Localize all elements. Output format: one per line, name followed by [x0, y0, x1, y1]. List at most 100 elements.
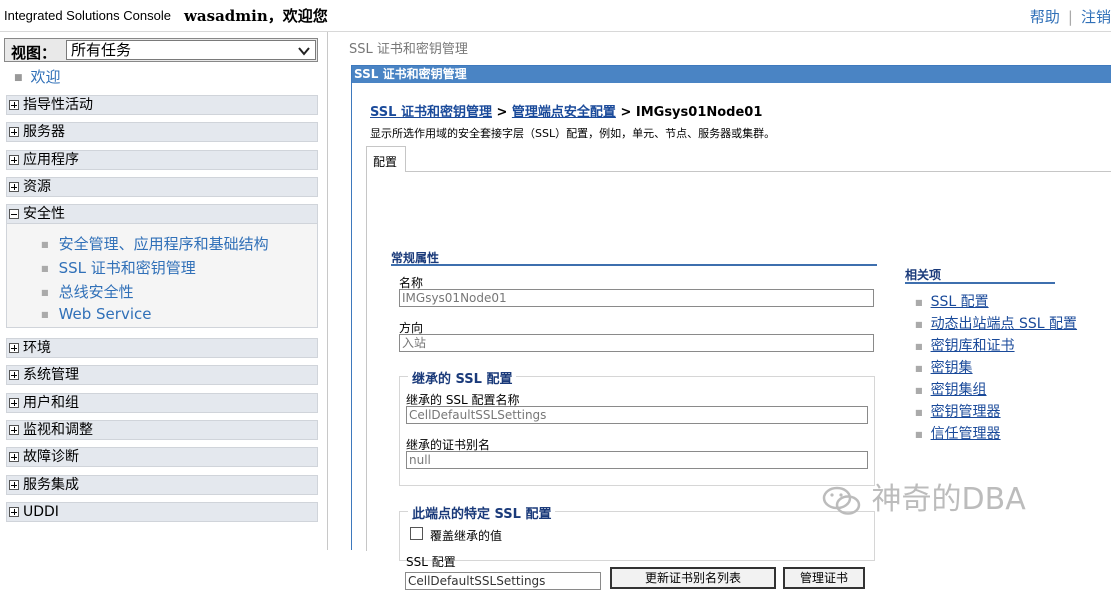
nav-category-troubleshooting[interactable]: 故障诊断 [6, 447, 318, 467]
nav-category-monitoring[interactable]: 监视和调整 [6, 420, 318, 440]
breadcrumb: SSL 证书和密钥管理 > 管理端点安全配置 > IMGsys01Node01 [370, 101, 762, 120]
nav-category-system-admin[interactable]: 系统管理 [6, 365, 318, 385]
related-link-label: 信任管理器 [930, 426, 1001, 442]
page-description: 显示所选作用域的安全套接字层（SSL）配置，例如，单元、节点、服务器或集群。 [370, 127, 776, 140]
nav-category-label: 安全性 [23, 206, 65, 222]
update-alias-list-button[interactable]: 更新证书别名列表 [610, 567, 776, 589]
nav-category-service-integration[interactable]: 服务集成 [6, 475, 318, 495]
related-link-label: 密钥管理器 [930, 404, 1001, 420]
breadcrumb-separator: > [491, 105, 512, 120]
chevron-down-icon [298, 47, 310, 56]
related-link-label: 密钥集组 [930, 382, 987, 398]
nav-item-label: 总线安全性 [58, 283, 134, 301]
help-link[interactable]: 帮助 [1030, 8, 1060, 26]
nav-item-label: SSL 证书和密钥管理 [58, 259, 196, 277]
nav-category-label: UDDI [23, 504, 59, 520]
watermark-text: 神奇的DBA [871, 482, 1026, 517]
name-field[interactable]: IMGsys01Node01 [399, 289, 874, 307]
nav-item-bus-security[interactable]: ■ 总线安全性 [41, 281, 134, 302]
direction-field[interactable]: 入站 [399, 334, 874, 352]
console-brand: Integrated Solutions Console [4, 8, 171, 23]
related-link-ssl-config[interactable]: ■ SSL 配置 [915, 291, 989, 311]
specific-ssl-heading: 此端点的特定 SSL 配置 [408, 503, 556, 522]
nav-category-guided-activities[interactable]: 指导性活动 [6, 95, 318, 115]
nav-category-environment[interactable]: 环境 [6, 338, 318, 358]
expand-icon [9, 343, 19, 353]
nav-welcome-label: 欢迎 [30, 68, 61, 86]
nav-category-applications[interactable]: 应用程序 [6, 150, 318, 170]
related-link-dynamic-outbound[interactable]: ■ 动态出站端点 SSL 配置 [915, 313, 1077, 333]
nav-category-servers[interactable]: 服务器 [6, 122, 318, 142]
nav-category-label: 用户和组 [23, 395, 79, 411]
override-checkbox[interactable] [410, 527, 423, 540]
nav-security-group: 安全性 ■ 安全管理、应用程序和基础结构 ■ SSL 证书和密钥管理 ■ 总线安全性 … [6, 204, 318, 328]
nav-category-label: 应用程序 [23, 152, 79, 168]
nav-category-uddi[interactable]: UDDI [6, 502, 318, 522]
view-select-value: 所有任务 [71, 41, 132, 59]
nav-item-label: Web Service [58, 305, 152, 323]
nav-item-label: 安全管理、应用程序和基础结构 [58, 235, 269, 253]
nav-category-label: 系统管理 [23, 367, 79, 383]
page-location: SSL 证书和密钥管理 [349, 42, 468, 57]
bullet-icon: ■ [14, 72, 23, 83]
nav-category-label: 指导性活动 [23, 97, 93, 113]
nav-welcome-link[interactable]: ■ 欢迎 [14, 66, 61, 87]
nav-item-security-admin[interactable]: ■ 安全管理、应用程序和基础结构 [41, 233, 269, 254]
breadcrumb-current: IMGsys01Node01 [635, 105, 763, 120]
inherited-ssl-group: 继承的 SSL 配置 继承的 SSL 配置名称 CellDefaultSSLSe… [399, 368, 875, 486]
expand-icon [9, 480, 19, 490]
breadcrumb-endpoint-link[interactable]: 管理端点安全配置 [512, 105, 616, 120]
related-links-list: ■ SSL 配置 ■ 动态出站端点 SSL 配置 ■ 密钥库和证书 ■ 密钥集 ■ 密钥集… [915, 291, 1111, 443]
top-banner: Integrated Solutions Console wasadmin，欢迎… [0, 0, 1111, 32]
nav-category-label: 资源 [23, 179, 51, 195]
related-link-keystores[interactable]: ■ 密钥库和证书 [915, 335, 1015, 355]
navigation-panel: 视图： 所有任务 ■ 欢迎 指导性活动 服务器 应用程序 资源 安全性 ■ 安全管理… [0, 32, 328, 550]
related-items-heading: 相关项 [905, 268, 942, 282]
ssl-config-select[interactable]: CellDefaultSSLSettings [405, 572, 601, 590]
expand-icon [9, 155, 19, 165]
bullet-icon: ■ [41, 240, 49, 249]
related-link-label: 密钥库和证书 [930, 338, 1015, 354]
header-separator: | [1067, 8, 1073, 26]
view-select[interactable]: 所有任务 [66, 40, 316, 60]
manage-certificates-button[interactable]: 管理证书 [783, 567, 865, 589]
inherited-alias-field[interactable]: null [406, 451, 868, 469]
bullet-icon: ■ [41, 288, 49, 297]
specific-ssl-group: 此端点的特定 SSL 配置 覆盖继承的值 SSL 配置 [399, 503, 875, 569]
related-link-trust-managers[interactable]: ■ 信任管理器 [915, 423, 1001, 443]
related-link-label: 密钥集 [930, 360, 973, 376]
bullet-icon: ■ [915, 319, 923, 329]
expand-icon [9, 370, 19, 380]
nav-category-resources[interactable]: 资源 [6, 177, 318, 197]
breadcrumb-ssl-link[interactable]: SSL 证书和密钥管理 [370, 105, 492, 120]
nav-item-ssl-key-mgmt[interactable]: ■ SSL 证书和密钥管理 [41, 257, 196, 278]
expand-icon [9, 127, 19, 137]
inherited-ssl-heading: 继承的 SSL 配置 [408, 368, 517, 387]
bullet-icon: ■ [915, 429, 923, 439]
view-selector-row: 视图： 所有任务 [4, 38, 318, 62]
nav-item-web-service[interactable]: ■ Web Service [41, 305, 151, 323]
related-link-key-sets[interactable]: ■ 密钥集 [915, 357, 973, 377]
bullet-icon: ■ [915, 297, 923, 307]
logout-link[interactable]: 注销 [1081, 8, 1111, 26]
ssl-config-select-value: CellDefaultSSLSettings [408, 574, 546, 588]
ssl-config-label: SSL 配置 [406, 555, 456, 569]
inherited-config-field[interactable]: CellDefaultSSLSettings [406, 406, 868, 424]
watermark: 神奇的DBA [822, 474, 1026, 518]
related-link-key-managers[interactable]: ■ 密钥管理器 [915, 401, 1001, 421]
nav-category-label: 环境 [23, 340, 51, 356]
related-link-key-set-groups[interactable]: ■ 密钥集组 [915, 379, 987, 399]
nav-category-security[interactable]: 安全性 [6, 204, 318, 224]
tab-configuration[interactable]: 配置 [366, 146, 406, 172]
expand-icon [9, 425, 19, 435]
expand-icon [9, 452, 19, 462]
expand-icon [9, 100, 19, 110]
view-label: 视图： [11, 44, 57, 62]
panel-title: SSL 证书和密钥管理 [352, 66, 1111, 83]
override-label: 覆盖继承的值 [430, 529, 503, 543]
nav-category-label: 服务集成 [23, 477, 79, 493]
related-link-label: SSL 配置 [930, 294, 989, 310]
nav-category-users-groups[interactable]: 用户和组 [6, 393, 318, 413]
nav-category-label: 监视和调整 [23, 422, 93, 438]
general-properties-rule [391, 264, 877, 266]
